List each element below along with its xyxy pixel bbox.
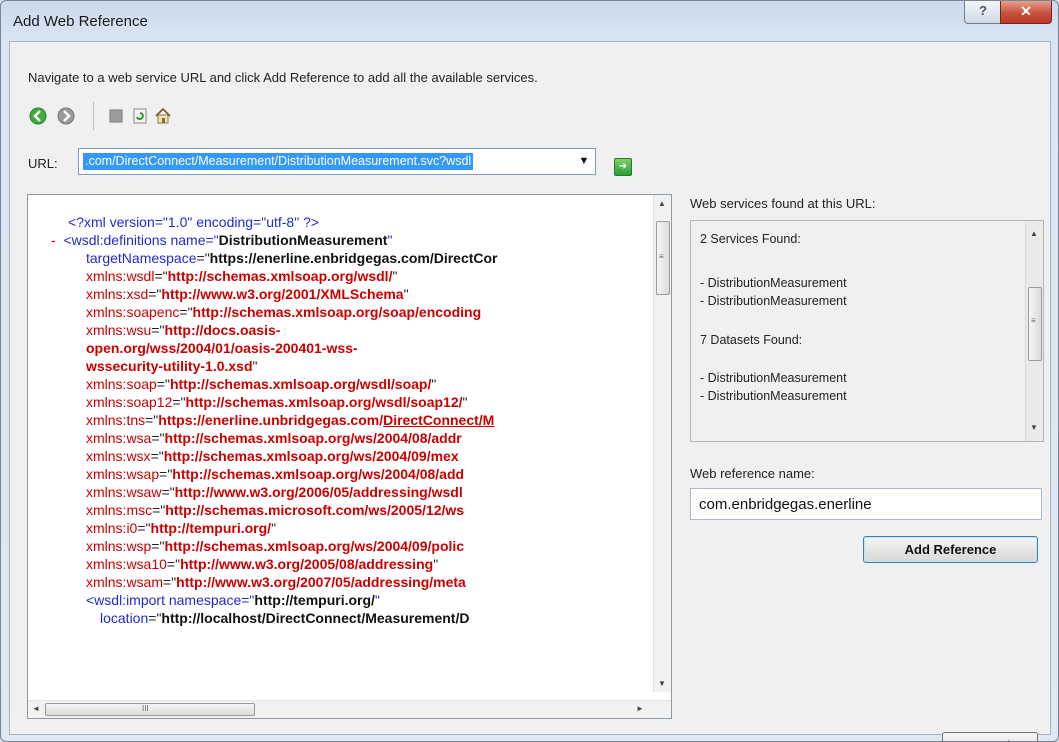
xml-vertical-scrollbar[interactable]: ▲ ≡ ▼ xyxy=(653,195,671,692)
wsdl-preview-pane[interactable]: <?xml version="1.0" encoding="utf-8" ?> … xyxy=(27,194,672,719)
found-scroll-down-icon[interactable]: ▼ xyxy=(1030,423,1038,432)
xml-line: xmlns:wsp="http://schemas.xmlsoap.org/ws… xyxy=(86,538,465,554)
refresh-icon[interactable] xyxy=(130,106,150,126)
xml-line: open.org/wss/2004/01/oasis-200401-wss- xyxy=(86,340,358,356)
scroll-left-icon[interactable]: ◄ xyxy=(32,704,40,713)
services-found-label: Web services found at this URL: xyxy=(690,196,876,211)
collapse-toggle[interactable]: - xyxy=(51,232,56,248)
url-label: URL: xyxy=(28,156,58,171)
xml-line: <?xml version="1.0" encoding="utf-8" ?> xyxy=(68,214,320,230)
go-icon[interactable]: ➔ xyxy=(614,158,632,176)
xml-line: xmlns:wsdl="http://schemas.xmlsoap.org/w… xyxy=(86,268,398,284)
xml-line: xmlns:msc="http://schemas.microsoft.com/… xyxy=(86,502,465,518)
help-button[interactable]: ? xyxy=(964,1,1002,24)
web-reference-name-input[interactable] xyxy=(690,488,1042,520)
found-scroll-up-icon[interactable]: ▲ xyxy=(1030,229,1038,238)
services-found-box[interactable]: 2 Services Found: - DistributionMeasurem… xyxy=(690,220,1044,442)
xml-line: xmlns:soap12="http://schemas.xmlsoap.org… xyxy=(86,394,468,410)
url-input[interactable]: .com/DirectConnect/Measurement/Distribut… xyxy=(83,153,474,170)
xml-horizontal-scroll-thumb[interactable]: III xyxy=(45,703,255,716)
xml-line: xmlns:wsap="http://schemas.xmlsoap.org/w… xyxy=(86,466,465,482)
xml-line: wssecurity-utility-1.0.xsd" xyxy=(86,358,258,374)
forward-icon[interactable] xyxy=(56,106,76,126)
found-line: - DistributionMeasurement xyxy=(700,294,847,308)
xml-line: xmlns:wsaw="http://www.w3.org/2006/05/ad… xyxy=(86,484,463,500)
xml-line: xmlns:i0="http://tempuri.org/" xyxy=(86,520,277,536)
stop-icon[interactable] xyxy=(106,106,126,126)
xml-line: xmlns:soap="http://schemas.xmlsoap.org/w… xyxy=(86,376,437,392)
xml-line: xmlns:soapenc="http://schemas.xmlsoap.or… xyxy=(86,304,482,320)
xml-line: xmlns:xsd="http://www.w3.org/2001/XMLSch… xyxy=(86,286,409,302)
xml-line: xmlns:wsu="http://docs.oasis- xyxy=(86,322,281,338)
xml-line: - <wsdl:definitions name="DistributionMe… xyxy=(51,232,393,248)
xml-horizontal-scrollbar[interactable]: ◄ III ► xyxy=(28,700,671,718)
url-dropdown-icon[interactable]: ▼ xyxy=(573,149,595,174)
found-line: 7 Datasets Found: xyxy=(700,333,803,347)
found-line: - DistributionMeasurement xyxy=(700,276,847,290)
xml-line: xmlns:wsam="http://www.w3.org/2007/05/ad… xyxy=(86,574,466,590)
found-vertical-scrollbar[interactable]: ▲ ≡ ▼ xyxy=(1025,221,1043,441)
title-bar: Add Web Reference ? ✕ xyxy=(1,1,1058,41)
xml-vertical-scroll-thumb[interactable]: ≡ xyxy=(656,221,670,295)
home-icon[interactable] xyxy=(153,106,173,126)
instruction-text: Navigate to a web service URL and click … xyxy=(28,70,538,85)
found-scroll-grip-icon: ≡ xyxy=(1031,316,1036,325)
toolbar-separator xyxy=(93,102,94,130)
cancel-button[interactable]: Cancel xyxy=(942,732,1038,741)
found-line: 2 Services Found: xyxy=(700,232,801,246)
scroll-grip-icon: ≡ xyxy=(659,252,664,261)
scroll-right-icon[interactable]: ► xyxy=(636,704,644,713)
xml-line: <wsdl:import namespace="http://tempuri.o… xyxy=(86,592,380,608)
found-line: - DistributionMeasurement xyxy=(700,371,847,385)
add-reference-button[interactable]: Add Reference xyxy=(863,536,1038,563)
close-button[interactable]: ✕ xyxy=(1000,1,1052,24)
dialog-title: Add Web Reference xyxy=(13,13,148,30)
xml-line: xmlns:wsa="http://schemas.xmlsoap.org/ws… xyxy=(86,430,462,446)
xml-line: xmlns:tns="https://enerline.unbridgegas.… xyxy=(86,412,495,428)
back-icon[interactable] xyxy=(28,106,48,126)
url-combobox[interactable]: .com/DirectConnect/Measurement/Distribut… xyxy=(78,148,596,175)
wsdl-xml-content: <?xml version="1.0" encoding="utf-8" ?> … xyxy=(28,195,647,692)
web-reference-name-label: Web reference name: xyxy=(690,466,815,481)
xml-line: targetNamespace="https://enerline.enbrid… xyxy=(86,250,498,266)
scroll-up-icon[interactable]: ▲ xyxy=(658,199,666,208)
xml-line: xmlns:wsx="http://schemas.xmlsoap.org/ws… xyxy=(86,448,459,464)
found-scroll-thumb[interactable]: ≡ xyxy=(1028,287,1042,361)
add-web-reference-dialog: Add Web Reference ? ✕ Navigate to a web … xyxy=(0,0,1059,742)
xml-line: xmlns:wsa10="http://www.w3.org/2005/08/a… xyxy=(86,556,439,572)
found-line: - DistributionMeasurement xyxy=(700,389,847,403)
scroll-down-icon[interactable]: ▼ xyxy=(658,679,666,688)
xml-line: location="http://localhost/DirectConnect… xyxy=(100,610,470,626)
dialog-client-area: Navigate to a web service URL and click … xyxy=(9,41,1051,741)
hscroll-grip-icon: III xyxy=(142,704,149,713)
